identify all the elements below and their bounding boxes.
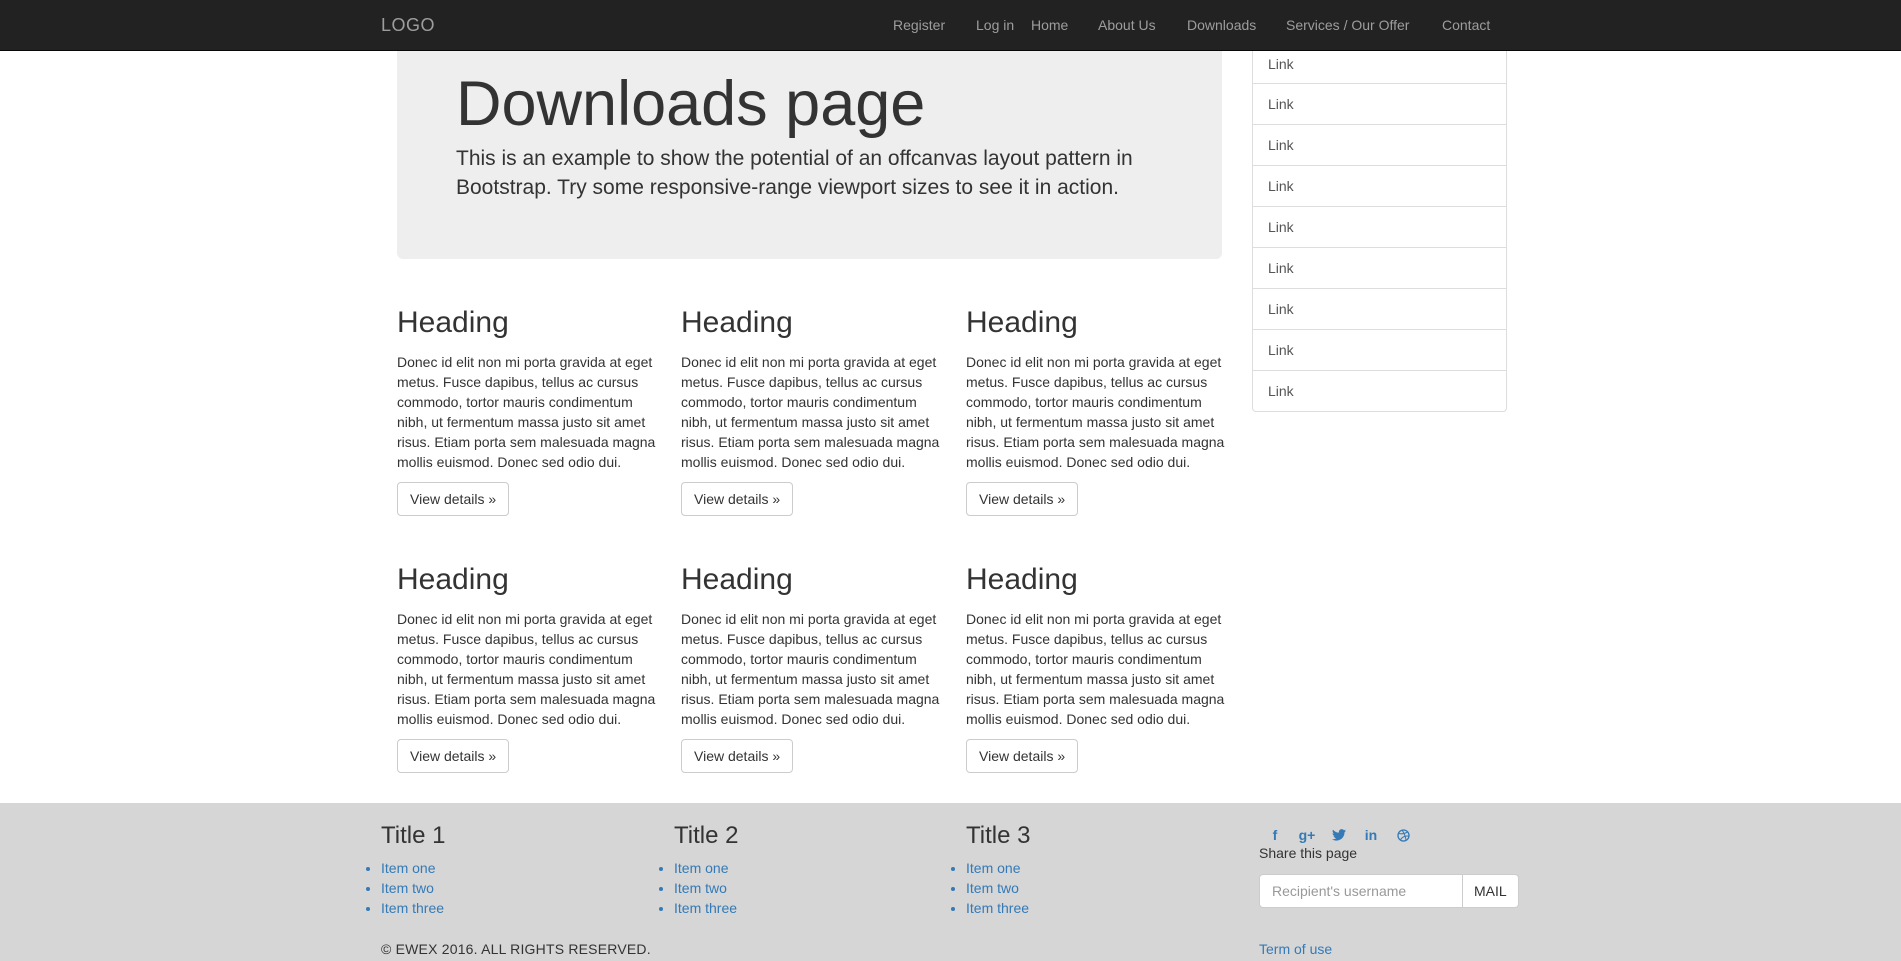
share-label: Share this page — [1259, 845, 1358, 861]
sidebar-link[interactable]: Link — [1252, 51, 1507, 84]
content-card: Heading Donec id elit non mi porta gravi… — [397, 306, 657, 516]
footer-column: Title 2 Item one Item two Item three — [674, 822, 954, 918]
terms-of-use-link[interactable]: Term of use — [1259, 941, 1332, 957]
card-heading: Heading — [681, 306, 793, 339]
card-heading: Heading — [681, 563, 793, 596]
footer-link[interactable]: Item one — [381, 860, 435, 876]
footer-column-title: Title 3 — [966, 822, 1031, 849]
footer-link[interactable]: Item two — [966, 880, 1019, 896]
footer-link-list: Item one Item two Item three — [966, 858, 1246, 918]
sidebar-link[interactable]: Link — [1252, 84, 1507, 125]
google-plus-icon[interactable]: g+ — [1291, 825, 1323, 845]
card-text: Donec id elit non mi porta gravida at eg… — [966, 611, 1225, 727]
facebook-icon[interactable]: f — [1259, 825, 1291, 845]
card-text: Donec id elit non mi porta gravida at eg… — [397, 611, 656, 727]
footer-link[interactable]: Item one — [966, 860, 1020, 876]
linkedin-icon[interactable]: in — [1355, 825, 1387, 845]
view-details-button[interactable]: View details » — [681, 482, 794, 516]
sidebar-list: Link Link Link Link Link Link Link Link … — [1252, 51, 1507, 412]
footer-column-title: Title 2 — [674, 822, 739, 849]
sidebar-link[interactable]: Link — [1252, 125, 1507, 166]
footer-link[interactable]: Item three — [674, 900, 737, 916]
content-card: Heading Donec id elit non mi porta gravi… — [966, 563, 1226, 773]
card-heading: Heading — [397, 306, 509, 339]
card-heading: Heading — [966, 563, 1078, 596]
card-text: Donec id elit non mi porta gravida at eg… — [397, 354, 656, 470]
sidebar-link[interactable]: Link — [1252, 330, 1507, 371]
nav-register[interactable]: Register — [893, 17, 945, 33]
page-title: Downloads page — [456, 69, 926, 139]
mail-input-group: MAIL — [1259, 874, 1519, 908]
card-heading: Heading — [397, 563, 509, 596]
card-heading: Heading — [966, 306, 1078, 339]
social-icons: f g+ in — [1259, 825, 1419, 845]
nav-contact[interactable]: Contact — [1442, 17, 1490, 33]
footer-link-list: Item one Item two Item three — [381, 858, 661, 918]
view-details-button[interactable]: View details » — [397, 482, 510, 516]
footer-column: Title 3 Item one Item two Item three — [966, 822, 1246, 918]
dribbble-icon[interactable] — [1387, 825, 1419, 845]
footer: Title 1 Item one Item two Item three Tit… — [0, 803, 1901, 961]
brand-logo[interactable]: LOGO — [381, 15, 435, 36]
sidebar-link[interactable]: Link — [1252, 248, 1507, 289]
sidebar-link[interactable]: Link — [1252, 207, 1507, 248]
sidebar-link[interactable]: Link — [1252, 371, 1507, 412]
view-details-button[interactable]: View details » — [966, 739, 1079, 773]
copyright-text: © EWEX 2016. ALL RIGHTS RESERVED. — [381, 941, 651, 957]
footer-link[interactable]: Item one — [674, 860, 728, 876]
footer-link[interactable]: Item three — [381, 900, 444, 916]
content-card: Heading Donec id elit non mi porta gravi… — [681, 306, 941, 516]
footer-link[interactable]: Item two — [381, 880, 434, 896]
nav-login[interactable]: Log in — [976, 17, 1014, 33]
twitter-icon[interactable] — [1323, 825, 1355, 845]
view-details-button[interactable]: View details » — [397, 739, 510, 773]
sidebar-link[interactable]: Link — [1252, 166, 1507, 207]
footer-link[interactable]: Item three — [966, 900, 1029, 916]
page-lead: This is an example to show the potential… — [456, 147, 1133, 199]
nav-downloads[interactable]: Downloads — [1187, 17, 1256, 33]
sidebar-link[interactable]: Link — [1252, 289, 1507, 330]
mail-button[interactable]: MAIL — [1463, 874, 1519, 908]
card-text: Donec id elit non mi porta gravida at eg… — [681, 611, 940, 727]
footer-link-list: Item one Item two Item three — [674, 858, 954, 918]
view-details-button[interactable]: View details » — [681, 739, 794, 773]
nav-home[interactable]: Home — [1031, 17, 1068, 33]
nav-about-us[interactable]: About Us — [1098, 17, 1156, 33]
recipient-input[interactable] — [1259, 874, 1463, 908]
jumbotron: Downloads page This is an example to sho… — [397, 51, 1222, 259]
content-card: Heading Donec id elit non mi porta gravi… — [397, 563, 657, 773]
content-card: Heading Donec id elit non mi porta gravi… — [681, 563, 941, 773]
nav-services[interactable]: Services / Our Offer — [1286, 17, 1409, 33]
top-navbar: LOGO Register Log in Home About Us Downl… — [0, 0, 1901, 51]
footer-link[interactable]: Item two — [674, 880, 727, 896]
card-text: Donec id elit non mi porta gravida at eg… — [681, 354, 940, 470]
footer-column: Title 1 Item one Item two Item three — [381, 822, 661, 918]
content-card: Heading Donec id elit non mi porta gravi… — [966, 306, 1226, 516]
card-text: Donec id elit non mi porta gravida at eg… — [966, 354, 1225, 470]
view-details-button[interactable]: View details » — [966, 482, 1079, 516]
footer-column-title: Title 1 — [381, 822, 446, 849]
